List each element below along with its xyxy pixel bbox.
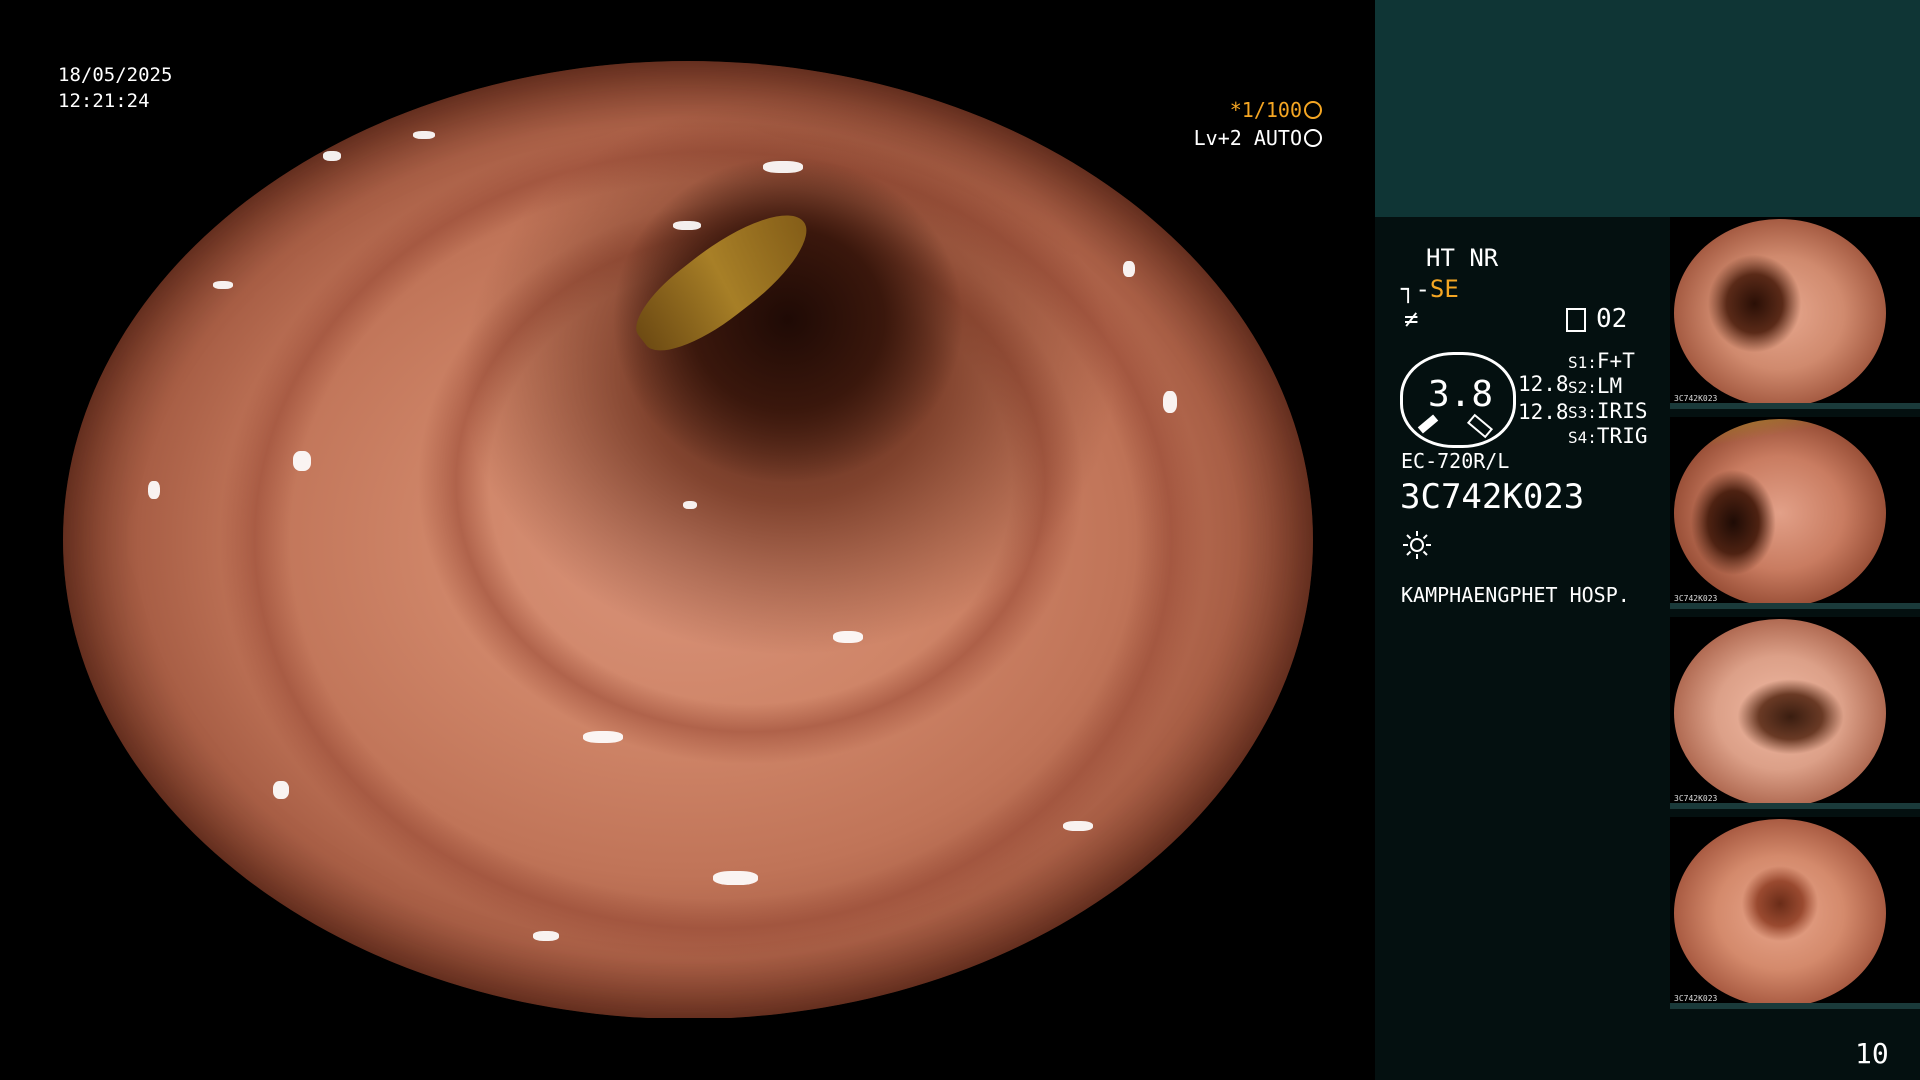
thumbnail-footer (1670, 803, 1920, 809)
switch-3-key: S3: (1568, 403, 1597, 422)
glare-spot (323, 151, 341, 161)
thumbnail-label: 3C742K023 (1674, 794, 1718, 803)
glare-spot (213, 281, 233, 289)
glare-spot (293, 451, 311, 471)
brightness-level-value: Lv+2 AUTO (1193, 126, 1302, 150)
switch-4: S4:TRIG (1568, 422, 1647, 452)
glare-spot (1163, 391, 1177, 413)
glare-spot (148, 481, 160, 499)
auto-icon (1304, 129, 1322, 147)
thumbnail-image (1674, 219, 1886, 407)
thumbnail-footer (1670, 603, 1920, 609)
thumbnail-label: 3C742K023 (1674, 394, 1718, 403)
exam-date: 18/05/2025 (58, 64, 173, 86)
switch-1-value: F+T (1596, 349, 1635, 373)
glare-spot (1063, 821, 1093, 831)
switch-4-key: S4: (1568, 428, 1597, 447)
color-mode-icon: ≠ (1404, 305, 1419, 333)
switch-2-key: S2: (1568, 378, 1597, 397)
glare-spot (1123, 261, 1135, 277)
shutter-speed-value: *1/100 (1229, 98, 1302, 122)
thumbnail-label: 3C742K023 (1674, 594, 1718, 603)
glare-spot (583, 731, 623, 743)
page-number: 10 (1855, 1037, 1889, 1070)
endoscopic-view (63, 61, 1313, 1019)
capture-thumbnail[interactable]: 3C742K023 (1670, 217, 1920, 409)
memory-icon (1566, 308, 1586, 332)
residue-region (622, 191, 824, 371)
glare-spot (833, 631, 863, 643)
structure-enhancement-value: SE (1429, 275, 1459, 303)
glare-spot (673, 221, 701, 230)
info-panel-header (1375, 0, 1920, 217)
scope-serial: 3C742K023 (1400, 477, 1585, 517)
thumbnail-footer (1670, 403, 1920, 409)
hospital-name: KAMPHAENGPHET HOSP. (1401, 583, 1630, 607)
glare-spot (533, 931, 559, 941)
glare-spot (413, 131, 435, 139)
iris-gauge-value: 3.8 (1428, 374, 1494, 415)
glare-spot (763, 161, 803, 173)
glare-spot (683, 501, 697, 509)
thumbnail-footer (1670, 1003, 1920, 1009)
capture-thumbnail[interactable]: 3C742K023 (1670, 817, 1920, 1009)
noise-reduction-label: HT NR (1426, 244, 1499, 272)
capture-thumbnail[interactable]: 3C742K023 (1670, 417, 1920, 609)
shutter-speed: *1/100 (1230, 98, 1322, 122)
reading-2: 12.8 (1518, 400, 1569, 424)
capture-thumbnail[interactable]: 3C742K023 (1670, 617, 1920, 809)
switch-2-value: LM (1596, 374, 1623, 398)
structure-enhancement: ┐‐SE (1401, 275, 1459, 303)
brightness-level: Lv+2 AUTO (1194, 126, 1322, 150)
view-mask-top (0, 0, 1375, 61)
structure-enhancement-icon: ┐‐ (1401, 275, 1430, 303)
light-source-icon (1403, 531, 1431, 559)
scope-model: EC-720R/L (1401, 449, 1510, 473)
switch-4-value: TRIG (1596, 424, 1648, 448)
glare-spot (273, 781, 289, 799)
thumbnail-label: 3C742K023 (1674, 994, 1718, 1003)
exam-time: 12:21:24 (58, 90, 150, 112)
memory-value: 02 (1596, 304, 1628, 334)
glare-spot (713, 871, 758, 885)
switch-3-value: IRIS (1596, 399, 1648, 423)
switch-1-key: S1: (1568, 353, 1597, 372)
thumbnail-image (1674, 419, 1886, 607)
thumbnail-image (1674, 619, 1886, 807)
aperture-icon (1304, 101, 1322, 119)
view-mask-bottom (0, 1018, 1375, 1080)
thumbnail-image (1674, 819, 1886, 1007)
reading-1: 12.8 (1518, 372, 1569, 396)
